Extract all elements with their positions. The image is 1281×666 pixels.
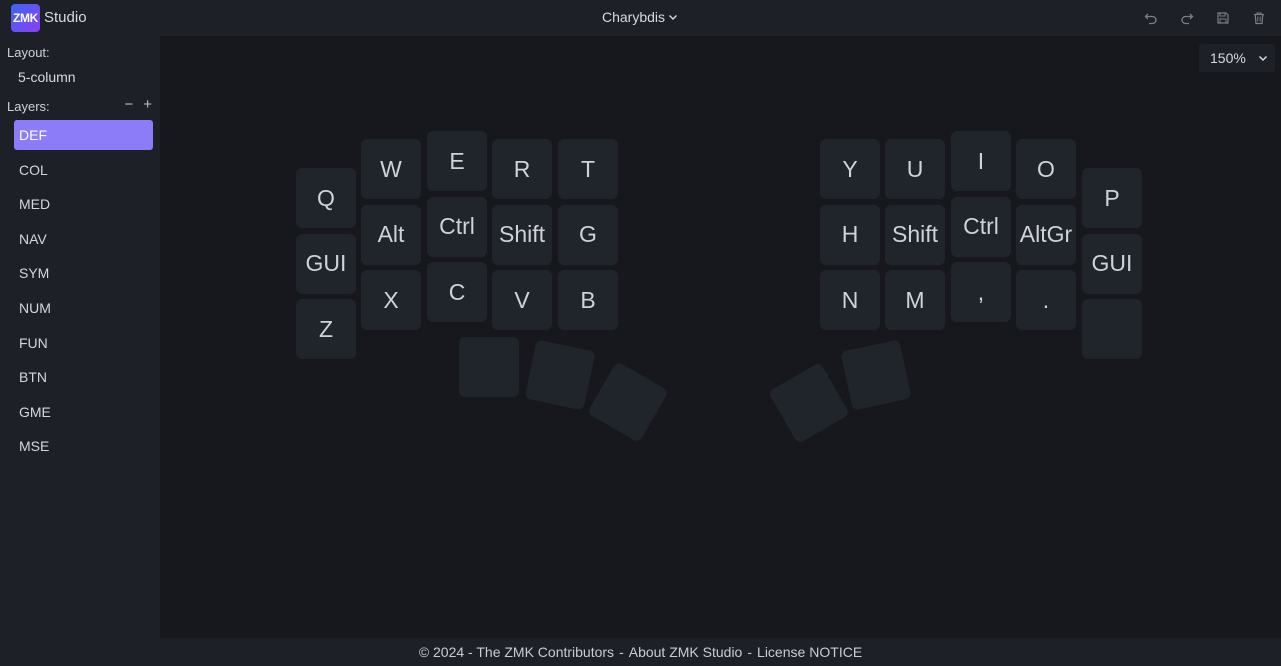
notice-link[interactable]: NOTICE [809,644,862,660]
key[interactable]: Z [296,299,356,359]
key[interactable]: V [492,270,552,330]
key[interactable]: I [951,131,1011,191]
thumb-key[interactable] [524,339,596,411]
key[interactable]: R [492,139,552,199]
undo-icon [1144,13,1157,25]
app-name: Studio [44,9,87,26]
key[interactable]: T [558,139,618,199]
key[interactable]: Ctrl [427,196,487,257]
key[interactable]: , [951,262,1011,322]
key[interactable]: P [1082,168,1142,228]
about-link[interactable]: About ZMK Studio [629,644,743,660]
layer-item-nav[interactable]: NAV [14,224,153,254]
key[interactable] [1082,299,1142,359]
layer-item-med[interactable]: MED [14,189,153,219]
key[interactable]: O [1016,139,1076,199]
layer-item-num[interactable]: NUM [14,293,153,323]
key[interactable]: U [885,139,945,199]
keyboard-selector[interactable]: Charybdis [560,9,720,25]
layer-item-def[interactable]: DEF [14,120,153,150]
key[interactable]: Q [296,168,356,228]
thumb-key[interactable] [840,339,912,411]
save-icon [1217,12,1229,24]
key[interactable]: Y [820,139,880,199]
undo-button[interactable] [1143,10,1159,26]
header-bar: ZMK Studio Charybdis [0,0,1281,36]
layout-selector[interactable]: 5-column [18,69,76,85]
key[interactable]: Shift [885,204,945,265]
redo-button[interactable] [1179,10,1195,26]
footer: © 2024 - The ZMK Contributors - About ZM… [0,638,1281,666]
key[interactable]: Ctrl [951,196,1011,257]
key[interactable]: GUI [1082,233,1142,294]
layer-actions: − + [124,97,152,113]
key[interactable]: N [820,270,880,330]
key[interactable]: G [558,204,618,265]
key[interactable]: B [558,270,618,330]
layer-item-btn[interactable]: BTN [14,362,153,392]
delete-button[interactable] [1251,10,1267,26]
chevron-down-icon [1258,55,1268,62]
key[interactable]: Shift [492,204,552,265]
footer-separator: - [747,644,753,660]
redo-icon [1181,13,1194,25]
zoom-value: 150% [1210,50,1246,66]
key[interactable]: AltGr [1016,204,1076,265]
thumb-key[interactable] [459,337,519,397]
thumb-key[interactable] [768,362,850,444]
copyright-text: © 2024 - The ZMK Contributors [418,644,615,660]
layer-list: DEF COL MED NAV SYM NUM FUN BTN GME MSE [14,120,153,466]
add-layer-button[interactable]: + [143,97,152,113]
save-button[interactable] [1215,10,1231,26]
layer-item-gme[interactable]: GME [14,397,153,427]
keyboard-name: Charybdis [601,9,666,25]
layer-item-col[interactable]: COL [14,155,153,185]
key[interactable]: C [427,262,487,322]
zoom-select[interactable]: 150% [1199,44,1275,72]
remove-layer-button[interactable]: − [124,97,133,113]
thumb-key[interactable] [587,361,669,443]
key[interactable]: . [1016,270,1076,330]
license-link[interactable]: License [757,644,805,660]
footer-separator: - [619,644,624,660]
layers-label: Layers: [7,99,50,114]
toolbar [1143,10,1267,26]
layer-item-mse[interactable]: MSE [14,431,153,461]
trash-icon [1254,12,1264,25]
zmk-logo: ZMK [11,4,40,32]
app-root: ZMK Studio Charybdis Layout: 5-column La… [0,0,1281,666]
layer-item-fun[interactable]: FUN [14,328,153,358]
key[interactable]: W [361,139,421,199]
key[interactable]: GUI [296,233,356,294]
sidebar: Layout: 5-column Layers: − + DEF COL MED NA… [0,36,160,638]
layout-label: Layout: [7,45,50,60]
chevron-down-icon [669,15,678,20]
key[interactable]: E [427,131,487,191]
key[interactable]: Alt [361,204,421,265]
key[interactable]: M [885,270,945,330]
key[interactable]: H [820,204,880,265]
key[interactable]: X [361,270,421,330]
layer-item-sym[interactable]: SYM [14,258,153,288]
